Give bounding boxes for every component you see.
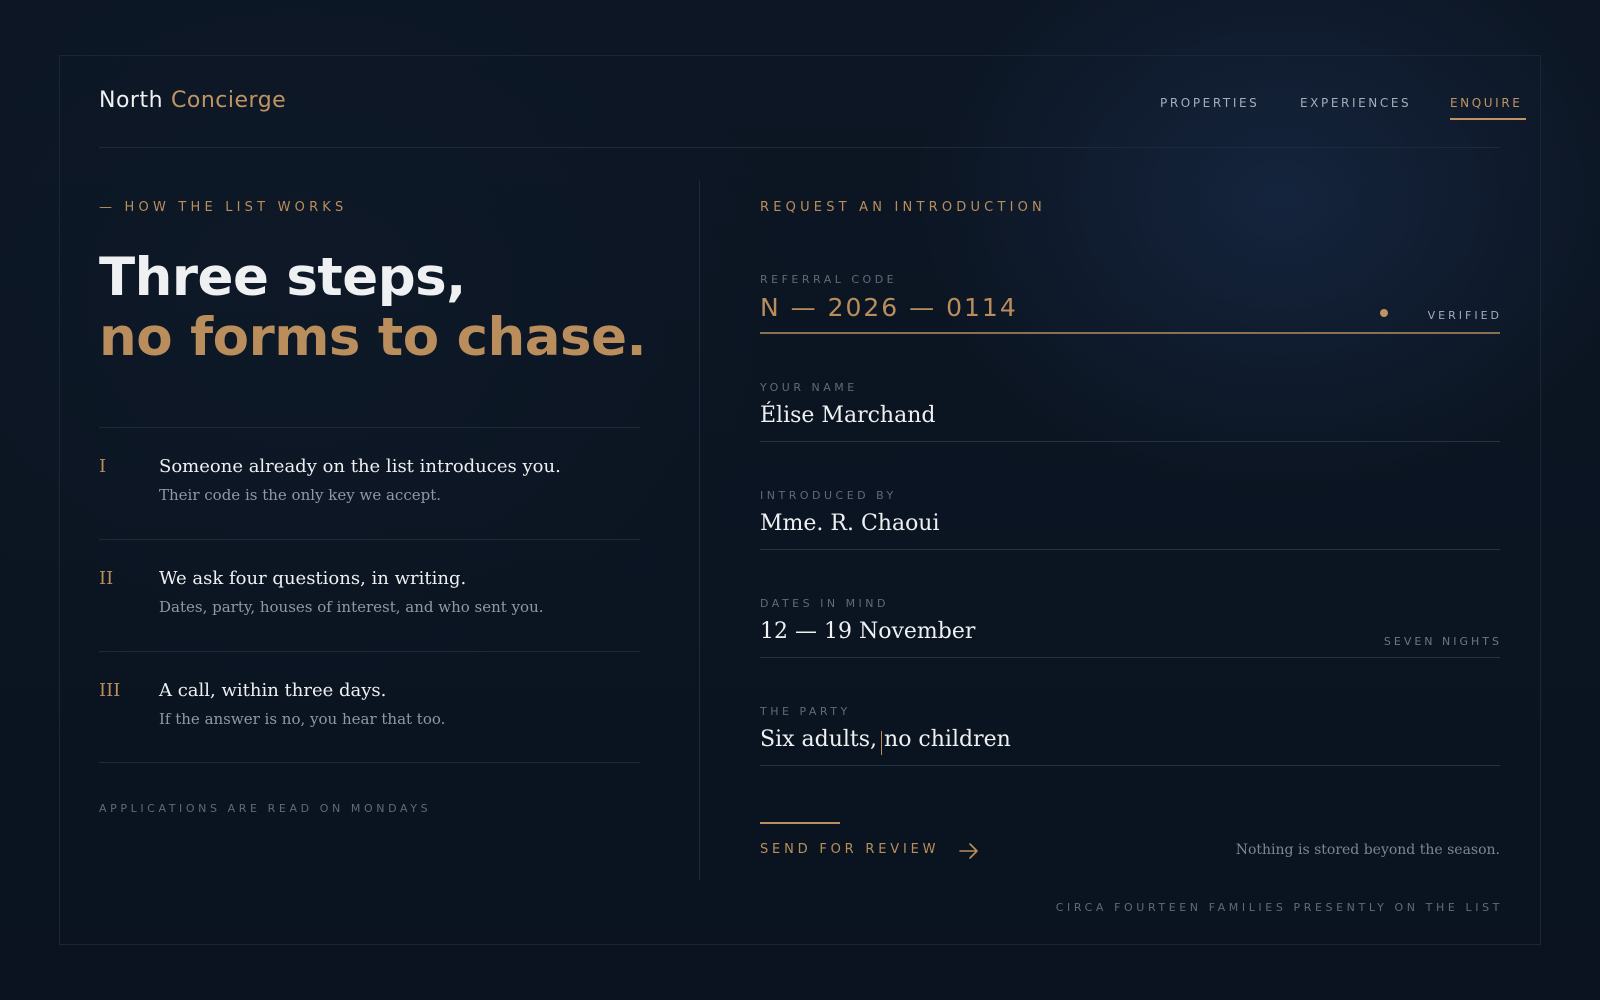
party-input[interactable]: Six adults, no children bbox=[760, 727, 1011, 752]
top-nav: PROPERTIES EXPERIENCES ENQUIRE bbox=[0, 96, 1600, 126]
column-divider bbox=[699, 180, 700, 880]
name-field[interactable]: YOUR NAME Élise Marchand bbox=[760, 381, 1500, 461]
nav-item-properties[interactable]: PROPERTIES bbox=[1160, 96, 1259, 110]
field-underline bbox=[760, 332, 1500, 334]
text-caret bbox=[881, 731, 882, 755]
field-underline bbox=[760, 765, 1500, 766]
review-schedule-note: APPLICATIONS ARE READ ON MONDAYS bbox=[99, 802, 432, 815]
dates-input[interactable]: 12 — 19 November bbox=[760, 619, 975, 644]
step-description: If the answer is no, you hear that too. bbox=[159, 710, 446, 728]
name-input[interactable]: Élise Marchand bbox=[760, 403, 935, 428]
dates-field[interactable]: DATES IN MIND 12 — 19 November SEVEN NIG… bbox=[760, 597, 1500, 677]
field-label: INTRODUCED BY bbox=[760, 489, 897, 502]
step-title: Someone already on the list introduces y… bbox=[159, 456, 561, 477]
field-underline bbox=[760, 441, 1500, 442]
field-underline bbox=[760, 657, 1500, 658]
submit-accent-rule bbox=[760, 822, 840, 824]
membership-note: CIRCA FOURTEEN FAMILIES PRESENTLY ON THE… bbox=[1055, 901, 1503, 914]
status-dot-icon bbox=[1380, 309, 1388, 317]
header-divider bbox=[99, 147, 1500, 148]
privacy-note: Nothing is stored beyond the season. bbox=[1235, 842, 1500, 858]
list-item: III A call, within three days. If the an… bbox=[99, 651, 640, 763]
step-number: I bbox=[99, 456, 107, 477]
field-label: YOUR NAME bbox=[760, 381, 858, 394]
nav-item-enquire[interactable]: ENQUIRE bbox=[1450, 96, 1522, 110]
send-for-review-button[interactable]: SEND FOR REVIEW bbox=[760, 842, 939, 857]
step-number: II bbox=[99, 568, 114, 589]
section-eyebrow: — HOW THE LIST WORKS bbox=[99, 200, 348, 215]
page-title: Three steps, no forms to chase. bbox=[99, 247, 647, 368]
nav-item-experiences[interactable]: EXPERIENCES bbox=[1300, 96, 1411, 110]
arrow-right-icon[interactable] bbox=[958, 840, 980, 862]
referral-code-field[interactable]: REFERRAL CODE N — 2026 — 0114 VERIFIED bbox=[760, 273, 1500, 353]
list-item: I Someone already on the list introduces… bbox=[99, 427, 640, 539]
steps-list: I Someone already on the list introduces… bbox=[99, 427, 640, 763]
field-label: DATES IN MIND bbox=[760, 597, 889, 610]
step-number: III bbox=[99, 680, 121, 701]
step-title: A call, within three days. bbox=[159, 680, 387, 701]
headline-line-1: Three steps, bbox=[99, 247, 466, 308]
nights-count: SEVEN NIGHTS bbox=[1383, 635, 1502, 648]
referral-code-input[interactable]: N — 2026 — 0114 bbox=[760, 293, 1018, 322]
field-label: THE PARTY bbox=[760, 705, 851, 718]
introduced-by-input[interactable]: Mme. R. Chaoui bbox=[760, 511, 940, 536]
party-field[interactable]: THE PARTY Six adults, no children bbox=[760, 705, 1500, 785]
step-description: Dates, party, houses of interest, and wh… bbox=[159, 598, 544, 616]
status-badge: VERIFIED bbox=[1427, 309, 1502, 322]
field-underline bbox=[760, 549, 1500, 550]
list-item: II We ask four questions, in writing. Da… bbox=[99, 539, 640, 651]
nav-active-underline bbox=[1450, 118, 1526, 120]
step-description: Their code is the only key we accept. bbox=[159, 486, 441, 504]
headline-line-2: no forms to chase. bbox=[99, 307, 647, 368]
form-eyebrow: REQUEST AN INTRODUCTION bbox=[760, 200, 1046, 215]
step-title: We ask four questions, in writing. bbox=[159, 568, 467, 589]
field-label: REFERRAL CODE bbox=[760, 273, 898, 286]
introduced-by-field[interactable]: INTRODUCED BY Mme. R. Chaoui bbox=[760, 489, 1500, 569]
